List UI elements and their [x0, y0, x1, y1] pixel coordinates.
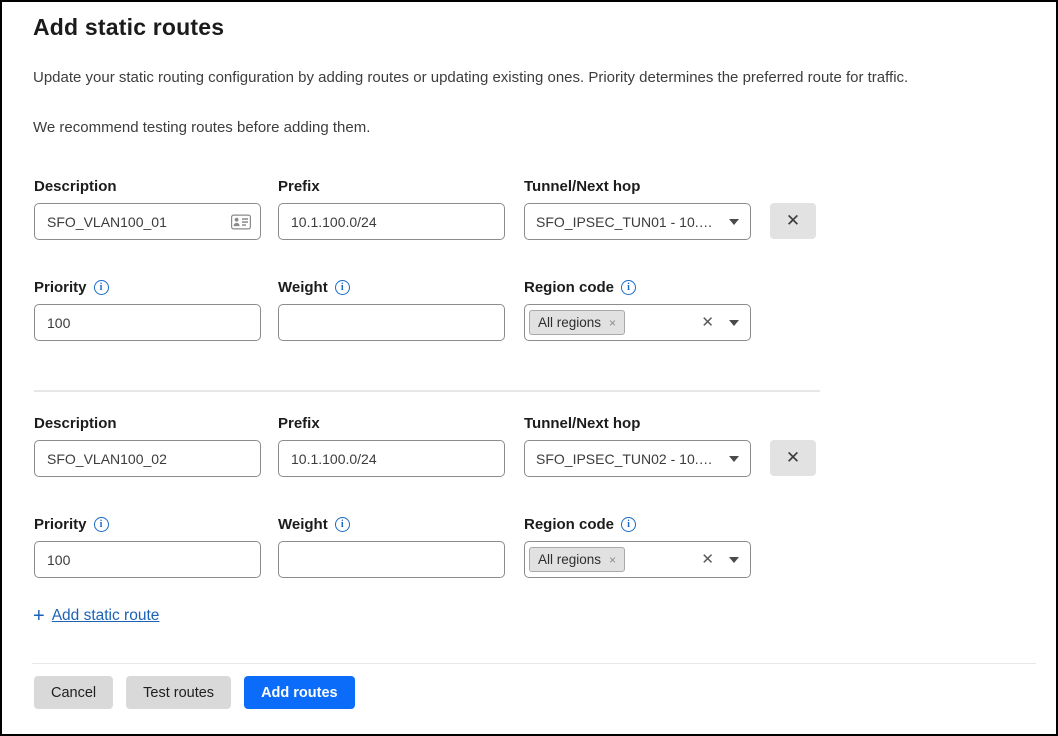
- tag-remove-icon[interactable]: ×: [609, 317, 616, 329]
- add-routes-button[interactable]: Add routes: [244, 676, 355, 709]
- section-divider: [34, 390, 820, 392]
- info-icon[interactable]: i: [621, 280, 636, 295]
- description-input[interactable]: [34, 440, 261, 477]
- priority-label-text: Priority: [34, 279, 87, 296]
- weight-input[interactable]: [278, 541, 505, 578]
- tunnel-label-text: Tunnel/Next hop: [524, 178, 640, 195]
- region-tag-label: All regions: [538, 315, 601, 330]
- description-label-text: Description: [34, 178, 117, 195]
- clear-icon[interactable]: ✕: [701, 315, 714, 330]
- region-label: Region code i: [524, 279, 636, 296]
- description-label: Description: [34, 178, 117, 195]
- weight-input[interactable]: [278, 304, 505, 341]
- tunnel-label-text: Tunnel/Next hop: [524, 415, 640, 432]
- chevron-down-icon: [729, 219, 739, 225]
- weight-label-text: Weight: [278, 516, 328, 533]
- weight-label: Weight i: [278, 516, 350, 533]
- tag-remove-icon[interactable]: ×: [609, 554, 616, 566]
- prefix-input[interactable]: [278, 203, 505, 240]
- add-static-routes-dialog: Add static routes Update your static rou…: [0, 0, 1058, 736]
- add-static-route-row: + Add static route: [33, 606, 159, 626]
- tunnel-select-value: SFO_IPSEC_TUN01 - 10.25...: [536, 214, 714, 230]
- priority-input[interactable]: [34, 541, 261, 578]
- tunnel-label: Tunnel/Next hop: [524, 415, 640, 432]
- description-input[interactable]: [34, 203, 261, 240]
- prefix-label-text: Prefix: [278, 178, 320, 195]
- priority-label: Priority i: [34, 279, 109, 296]
- clear-icon[interactable]: ✕: [701, 552, 714, 567]
- priority-label: Priority i: [34, 516, 109, 533]
- info-icon[interactable]: i: [335, 517, 350, 532]
- tunnel-select-value: SFO_IPSEC_TUN02 - 10.25...: [536, 451, 714, 467]
- region-tag: All regions ×: [529, 310, 625, 335]
- intro-text: Update your static routing configuration…: [33, 68, 1035, 88]
- test-routes-button[interactable]: Test routes: [126, 676, 231, 709]
- region-select[interactable]: All regions × ✕: [524, 304, 751, 341]
- region-label: Region code i: [524, 516, 636, 533]
- remove-route-button[interactable]: ✕: [770, 203, 816, 239]
- prefix-label: Prefix: [278, 178, 320, 195]
- contact-card-icon: [231, 214, 251, 229]
- priority-label-text: Priority: [34, 516, 87, 533]
- prefix-label-text: Prefix: [278, 415, 320, 432]
- description-label: Description: [34, 415, 117, 432]
- info-icon[interactable]: i: [94, 280, 109, 295]
- info-icon[interactable]: i: [94, 517, 109, 532]
- description-field-wrap: [34, 203, 261, 240]
- remove-route-button[interactable]: ✕: [770, 440, 816, 476]
- footer-actions: Cancel Test routes Add routes: [34, 676, 355, 709]
- region-select[interactable]: All regions × ✕: [524, 541, 751, 578]
- priority-input[interactable]: [34, 304, 261, 341]
- page-title: Add static routes: [33, 14, 224, 41]
- tunnel-select[interactable]: SFO_IPSEC_TUN01 - 10.25...: [524, 203, 751, 240]
- footer-divider: [32, 663, 1036, 664]
- info-icon[interactable]: i: [621, 517, 636, 532]
- chevron-down-icon: [729, 557, 739, 563]
- note-text: We recommend testing routes before addin…: [33, 119, 1035, 136]
- chevron-down-icon: [729, 456, 739, 462]
- cancel-button[interactable]: Cancel: [34, 676, 113, 709]
- region-tag-label: All regions: [538, 552, 601, 567]
- tunnel-select[interactable]: SFO_IPSEC_TUN02 - 10.25...: [524, 440, 751, 477]
- region-tag: All regions ×: [529, 547, 625, 572]
- weight-label-text: Weight: [278, 279, 328, 296]
- plus-icon: +: [33, 606, 45, 626]
- chevron-down-icon: [729, 320, 739, 326]
- region-label-text: Region code: [524, 516, 614, 533]
- weight-label: Weight i: [278, 279, 350, 296]
- info-icon[interactable]: i: [335, 280, 350, 295]
- prefix-input[interactable]: [278, 440, 505, 477]
- prefix-label: Prefix: [278, 415, 320, 432]
- region-label-text: Region code: [524, 279, 614, 296]
- tunnel-label: Tunnel/Next hop: [524, 178, 640, 195]
- description-label-text: Description: [34, 415, 117, 432]
- add-static-route-link[interactable]: Add static route: [52, 607, 160, 625]
